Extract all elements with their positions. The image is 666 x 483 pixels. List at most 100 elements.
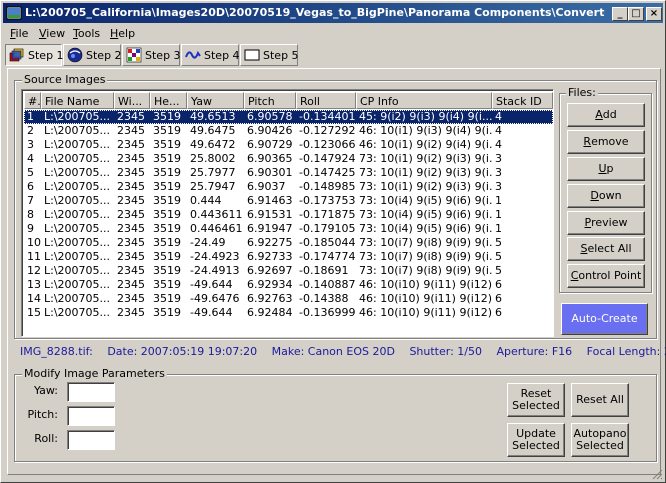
cell-file-name: L:\200705... <box>44 124 111 137</box>
yaw-input[interactable] <box>67 382 115 402</box>
info-make: Make: Canon EOS 20D <box>271 345 395 358</box>
cell-pitch: 6.92484 <box>247 306 293 319</box>
remove-button[interactable]: Remove <box>567 130 645 154</box>
cell-yaw: 25.7947 <box>190 180 236 193</box>
close-button[interactable]: × <box>646 7 662 21</box>
cell-index: 8 <box>27 208 34 221</box>
pitch-input[interactable] <box>67 406 115 426</box>
cell-index: 9 <box>27 222 34 235</box>
reset-selected-button[interactable]: Reset Selected <box>507 383 565 417</box>
cell-width: 2345 <box>117 236 145 249</box>
col-pitch[interactable]: Pitch <box>244 92 296 109</box>
roll-input[interactable] <box>67 430 115 450</box>
cell-width: 2345 <box>117 124 145 137</box>
cell-roll: -0.174774 <box>299 250 356 263</box>
cell-pitch: 6.92697 <box>247 264 293 277</box>
step-4-label: Step 4 <box>204 48 240 62</box>
add-button[interactable]: Add <box>567 103 645 127</box>
menu-bar: File View Tools Help <box>3 25 663 43</box>
table-row[interactable]: 12 L:\200705... 2345 3519 -24.4913 6.92697 -0.… <box>24 264 553 278</box>
cell-stack-id: 1 <box>495 194 502 207</box>
cell-index: 15 <box>27 306 41 319</box>
cell-yaw: -24.4923 <box>190 250 240 263</box>
roll-label: Roll: <box>34 432 58 445</box>
table-row[interactable]: 15 L:\200705... 2345 3519 -49.644 6.92484 -0.1… <box>24 306 553 320</box>
cell-yaw: 25.7977 <box>190 166 236 179</box>
cell-index: 3 <box>27 138 34 151</box>
table-row[interactable]: 8 L:\200705... 2345 3519 0.443611 6.91531 -0.1… <box>24 208 553 222</box>
cell-cp-info: 45: 9(i2) 9(i3) 9(i4) 9(i... <box>359 110 492 123</box>
menu-view[interactable]: View <box>39 27 65 40</box>
table-row[interactable]: 9 L:\200705... 2345 3519 0.446461 6.91947 -0.1… <box>24 222 553 236</box>
down-button[interactable]: Down <box>567 184 645 208</box>
col-stack-id[interactable]: Stack ID <box>492 92 553 109</box>
cell-width: 2345 <box>117 278 145 291</box>
minimize-button[interactable]: _ <box>612 7 628 21</box>
cell-stack-id: 3 <box>495 180 502 193</box>
cell-cp-info: 46: 10(i1) 9(i2) 9(i4) 9(i... <box>359 138 492 151</box>
table-row[interactable]: 5 L:\200705... 2345 3519 25.7977 6.90301 -0.14… <box>24 166 553 180</box>
cell-yaw: 49.6475 <box>190 124 236 137</box>
cell-stack-id: 3 <box>495 152 502 165</box>
cell-stack-id: 5 <box>495 264 502 277</box>
step-3-button[interactable]: Step 3 <box>122 44 181 66</box>
cell-stack-id: 4 <box>495 110 502 123</box>
maximize-button[interactable]: □ <box>628 7 644 21</box>
menu-file[interactable]: File <box>10 27 28 40</box>
menu-tools[interactable]: Tools <box>73 27 100 40</box>
step-4-button[interactable]: Step 4 <box>181 44 240 66</box>
cell-stack-id: 1 <box>495 222 502 235</box>
cell-roll: -0.173753 <box>299 194 356 207</box>
col-width[interactable]: Wi... <box>114 92 150 109</box>
cell-height: 3519 <box>153 124 181 137</box>
table-row[interactable]: 10 L:\200705... 2345 3519 -24.49 6.92275 -0.18… <box>24 236 553 250</box>
cell-file-name: L:\200705... <box>44 236 111 249</box>
up-button[interactable]: Up <box>567 157 645 181</box>
cell-width: 2345 <box>117 222 145 235</box>
resize-grip-icon[interactable] <box>651 468 663 480</box>
source-images-list[interactable]: #. File Name Wi... He... Yaw Pitch Roll … <box>21 89 554 337</box>
cell-pitch: 6.92733 <box>247 250 293 263</box>
cell-index: 13 <box>27 278 41 291</box>
col-index[interactable]: #. <box>24 92 41 109</box>
table-row[interactable]: 2 L:\200705... 2345 3519 49.6475 6.90426 -0.12… <box>24 124 553 138</box>
select-all-button[interactable]: Select All <box>567 237 645 261</box>
table-row[interactable]: 7 L:\200705... 2345 3519 0.444 6.91463 -0.1737… <box>24 194 553 208</box>
table-row[interactable]: 1 L:\200705... 2345 3519 49.6513 6.90578 -0.13… <box>24 110 553 124</box>
cell-cp-info: 46: 10(i10) 9(i11) 9(i12) ... <box>359 292 492 305</box>
table-row[interactable]: 3 L:\200705... 2345 3519 49.6472 6.90729 -0.12… <box>24 138 553 152</box>
cell-cp-info: 73: 10(i7) 9(i8) 9(i9) 9(i... <box>359 236 492 249</box>
table-row[interactable]: 4 L:\200705... 2345 3519 25.8002 6.90365 -0.14… <box>24 152 553 166</box>
reset-all-button[interactable]: Reset All <box>571 383 629 417</box>
title-bar[interactable]: L:\200705_California\Images20D\20070519_… <box>3 3 663 23</box>
cell-index: 12 <box>27 264 41 277</box>
table-row[interactable]: 6 L:\200705... 2345 3519 25.7947 6.9037 -0.148… <box>24 180 553 194</box>
menu-help[interactable]: Help <box>110 27 135 40</box>
cell-width: 2345 <box>117 292 145 305</box>
autopano-selected-button[interactable]: Autopano Selected <box>571 423 629 457</box>
cell-stack-id: 6 <box>495 278 502 291</box>
cell-yaw: 0.446461 <box>190 222 243 235</box>
step-5-button[interactable]: Step 5 <box>240 44 299 66</box>
col-yaw[interactable]: Yaw <box>187 92 244 109</box>
cell-file-name: L:\200705... <box>44 138 111 151</box>
info-focal: Focal Length: 28mm <box>586 345 666 358</box>
cell-yaw: 25.8002 <box>190 152 236 165</box>
cell-cp-info: 73: 10(i7) 9(i8) 9(i9) 9(i... <box>359 250 492 263</box>
col-cp-info[interactable]: CP Info <box>356 92 492 109</box>
step-1-button[interactable]: Step 1 <box>5 44 64 66</box>
step-2-button[interactable]: Step 2 <box>63 44 122 66</box>
col-height[interactable]: He... <box>150 92 187 109</box>
preview-button[interactable]: Preview <box>567 211 645 235</box>
table-row[interactable]: 13 L:\200705... 2345 3519 -49.644 6.92934 -0.1… <box>24 278 553 292</box>
table-row[interactable]: 14 L:\200705... 2345 3519 -49.6476 6.92763 -0.… <box>24 292 553 306</box>
auto-create-button[interactable]: Auto-Create <box>561 303 648 335</box>
update-selected-button[interactable]: Update Selected <box>507 423 565 457</box>
cell-cp-info: 73: 10(i1) 9(i2) 9(i3) 9(i... <box>359 166 492 179</box>
cell-pitch: 6.91947 <box>247 222 293 235</box>
col-file-name[interactable]: File Name <box>41 92 114 109</box>
table-row[interactable]: 11 L:\200705... 2345 3519 -24.4923 6.92733 -0.… <box>24 250 553 264</box>
cell-yaw: 49.6472 <box>190 138 236 151</box>
control-point-button[interactable]: Control Point <box>567 264 645 288</box>
col-roll[interactable]: Roll <box>296 92 356 109</box>
